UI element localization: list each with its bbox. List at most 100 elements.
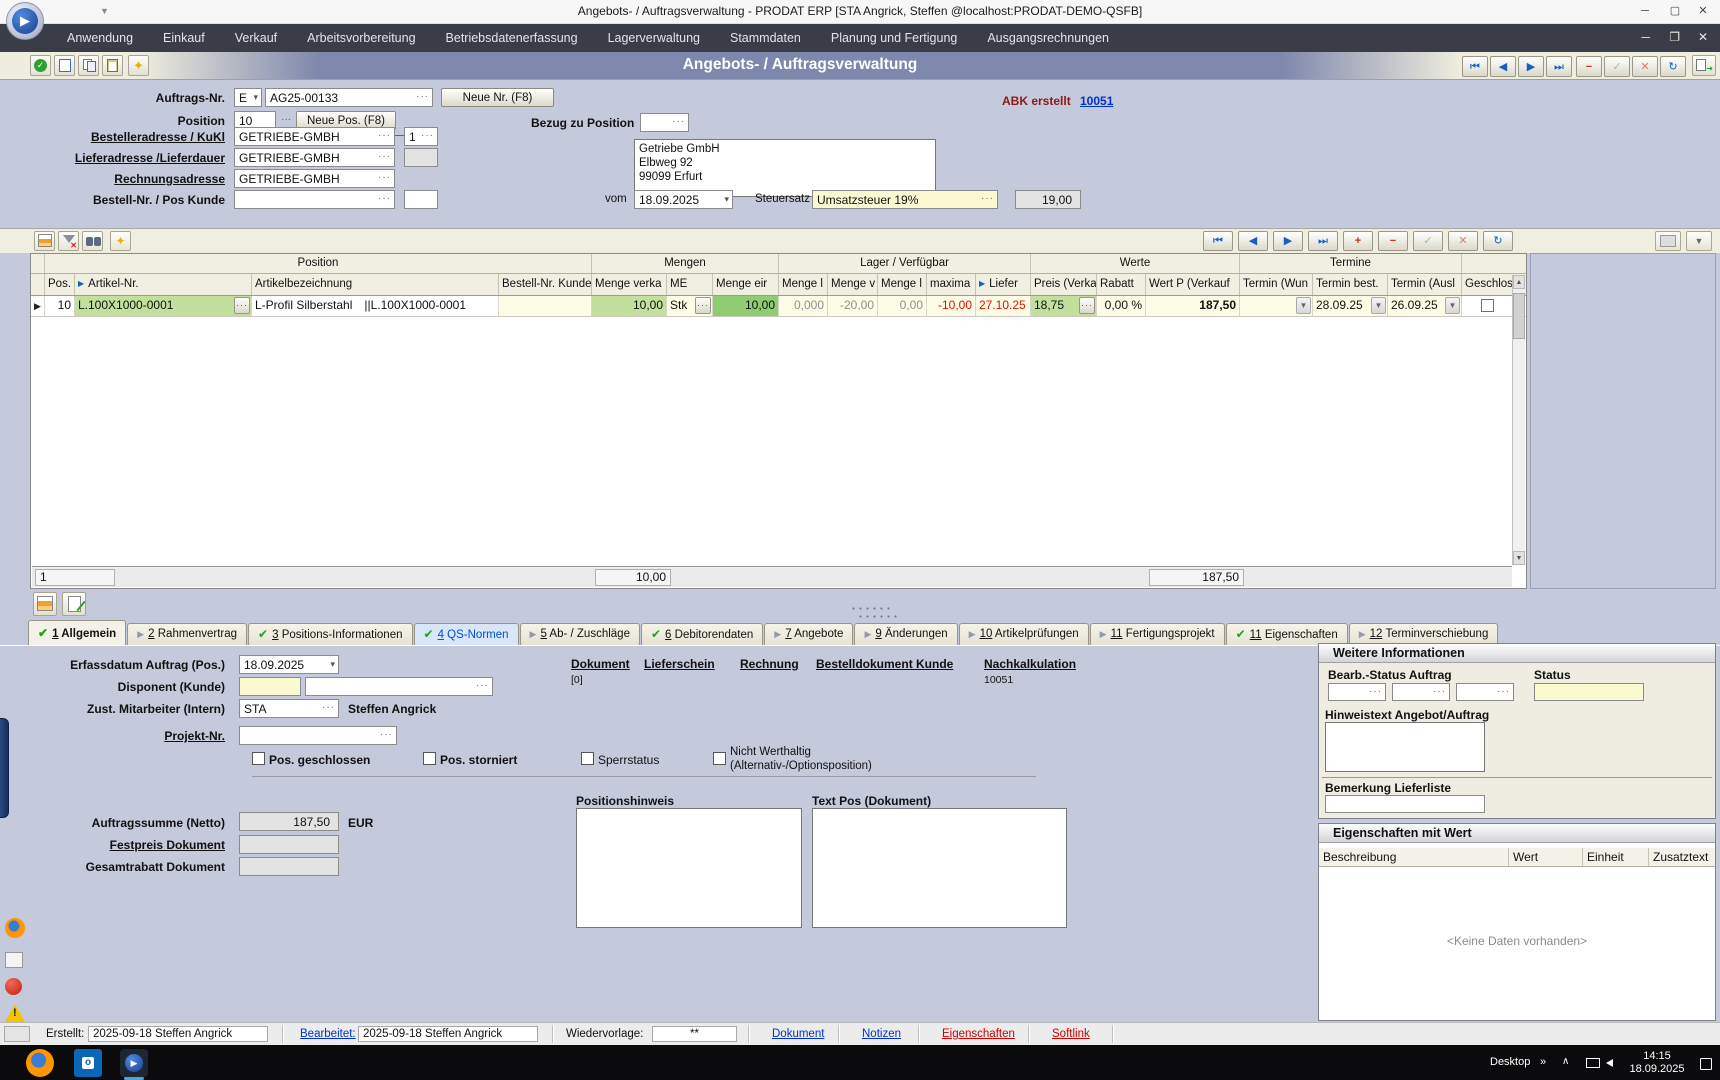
grid-last-row-button[interactable]: ⏭ <box>1308 231 1338 251</box>
mdi-minimize-icon[interactable]: ─ <box>1641 30 1650 44</box>
col-termin-bestaetigt[interactable]: Termin best. <box>1313 274 1388 295</box>
network-icon[interactable] <box>1586 1058 1600 1068</box>
tab-rahmenvertrag[interactable]: 2 Rahmenvertrag <box>127 623 247 645</box>
me-lookup-button[interactable]: ··· <box>695 297 711 314</box>
notifications-icon[interactable] <box>1700 1058 1712 1070</box>
termin-ausl-dropdown[interactable]: ▼ <box>1445 297 1460 314</box>
dokument-link[interactable]: Dokument <box>571 657 630 671</box>
col-artikel-nr[interactable]: Artikel-Nr. <box>75 274 252 295</box>
tab-allgemein[interactable]: 1 Allgemein <box>28 620 126 645</box>
mitarbeiter-kuerzel-field[interactable]: STA <box>239 699 339 718</box>
refresh-button[interactable]: ↻ <box>1660 56 1686 77</box>
next-record-button[interactable]: ▶ <box>1518 56 1544 77</box>
menu-einkauf[interactable]: Einkauf <box>148 24 220 52</box>
mdi-close-icon[interactable]: ✕ <box>1698 30 1708 44</box>
col-menge-verkauf[interactable]: Menge verka <box>592 274 667 295</box>
firefox-icon[interactable] <box>26 1049 54 1077</box>
first-record-button[interactable]: ⏮ <box>1462 56 1488 77</box>
termin-best-dropdown[interactable]: ▼ <box>1371 297 1386 314</box>
cell-termin-wunsch[interactable]: ▼ <box>1240 296 1313 316</box>
col-geschlossen[interactable]: Geschlos <box>1462 274 1512 295</box>
cell-menge-lager[interactable]: 0,000 <box>779 296 828 316</box>
pos-storniert-checkbox[interactable] <box>423 752 436 765</box>
col-liefertermin[interactable]: Liefer <box>976 274 1031 295</box>
rechnungsadresse-field[interactable]: GETRIEBE-GMBH <box>234 169 395 188</box>
positionshinweis-textarea[interactable] <box>576 808 802 928</box>
tab-ab-zuschlaege[interactable]: 5 Ab- / Zuschläge <box>520 623 640 645</box>
hinweistext-textarea[interactable] <box>1325 722 1485 772</box>
mdi-restore-icon[interactable]: ❐ <box>1669 30 1680 44</box>
tab-debitorendaten[interactable]: 6 Debitorendaten <box>641 623 763 645</box>
cell-menge-verkauf[interactable]: 10,00 <box>592 296 667 316</box>
bearbeitet-link[interactable]: Bearbeitet: <box>300 1028 356 1040</box>
grid-cancel-button[interactable]: ✕ <box>1448 231 1478 251</box>
image-preview-icon[interactable] <box>1655 231 1681 251</box>
tray-expand-icon[interactable]: ∧ <box>1562 1056 1569 1067</box>
wiedervorlage-control[interactable]: ** <box>652 1026 737 1042</box>
menu-planung-und-fertigung[interactable]: Planung und Fertigung <box>816 24 972 52</box>
geschlossen-checkbox[interactable] <box>1481 299 1494 312</box>
grid-insert-row-button[interactable]: + <box>1343 231 1373 251</box>
delete-button[interactable]: − <box>1576 56 1602 77</box>
tab-qs-normen[interactable]: 4 QS-Normen <box>414 623 519 645</box>
grid-prev-row-button[interactable]: ◀ <box>1238 231 1268 251</box>
menu-ausgangsrechnungen[interactable]: Ausgangsrechnungen <box>972 24 1124 52</box>
window-minimize-button[interactable]: ─ <box>1630 0 1660 23</box>
warning-icon[interactable] <box>5 1004 27 1026</box>
lieferdauer-field[interactable] <box>404 148 438 167</box>
bearb-status-field-1[interactable] <box>1328 683 1386 701</box>
filter-remove-icon[interactable]: ✕ <box>58 231 79 251</box>
tab-fertigungsprojekt[interactable]: 11 Fertigungsprojekt <box>1090 623 1225 645</box>
accept-button[interactable]: ✓ <box>1604 56 1630 77</box>
edit-note-icon[interactable] <box>62 592 86 616</box>
col-preis[interactable]: Preis (Verka <box>1031 274 1097 295</box>
cell-menge-ein[interactable]: 10,00 <box>713 296 779 316</box>
nachkalkulation-link[interactable]: Nachkalkulation <box>984 657 1076 671</box>
grid-next-row-button[interactable]: ▶ <box>1273 231 1303 251</box>
cell-maximal[interactable]: -10,00 <box>927 296 976 316</box>
table-row[interactable]: 10 L.100X1000-0001··· L-Profil Silbersta… <box>31 296 1526 317</box>
abk-link[interactable]: 10051 <box>1080 94 1113 108</box>
vom-date-field[interactable]: 18.09.2025 <box>634 190 733 209</box>
scroll-down-arrow[interactable]: ▼ <box>1513 551 1525 565</box>
auftrag-nr-field[interactable]: AG25-00133 <box>265 88 433 107</box>
tab-angebote[interactable]: 7 Angebote <box>764 623 853 645</box>
grid-post-button[interactable]: ✓ <box>1413 231 1443 251</box>
termin-wunsch-dropdown[interactable]: ▼ <box>1296 297 1311 314</box>
cell-termin-ausliefer[interactable]: 26.09.25▼ <box>1388 296 1462 316</box>
table-view-icon[interactable] <box>33 592 57 616</box>
artikel-lookup-button[interactable]: ··· <box>234 297 250 314</box>
menu-stammdaten[interactable]: Stammdaten <box>715 24 816 52</box>
desktop-toolbar-label[interactable]: Desktop <box>1490 1056 1530 1068</box>
cell-artikelbezeichnung[interactable]: L-Profil Silberstahl||L.100X1000-0001 <box>252 296 499 316</box>
auftrag-typ-select[interactable]: E <box>234 88 262 107</box>
col-bestellnr-kunde[interactable]: Bestell-Nr. Kunde <box>499 274 592 295</box>
bemerkung-field[interactable] <box>1325 795 1485 813</box>
grid-refresh-button[interactable]: ↻ <box>1483 231 1513 251</box>
collapse-panel-icon[interactable]: ▼ <box>1686 231 1712 251</box>
col-zusatztext[interactable]: Zusatztext <box>1649 848 1713 866</box>
col-wert[interactable]: Wert <box>1509 848 1583 866</box>
menu-anwendung[interactable]: Anwendung <box>52 24 148 52</box>
lieferadresse-field[interactable]: GETRIEBE-GMBH <box>234 148 395 167</box>
wizard-icon[interactable]: ✦ <box>128 55 149 76</box>
menu-lagerverwaltung[interactable]: Lagerverwaltung <box>593 24 715 52</box>
menu-betriebsdatenerfassung[interactable]: Betriebsdatenerfassung <box>431 24 593 52</box>
bestellnr-field[interactable] <box>234 190 395 209</box>
bezug-field[interactable] <box>640 113 689 132</box>
new-window-icon[interactable] <box>54 55 75 76</box>
col-menge-verfuegbar[interactable]: Menge v <box>828 274 878 295</box>
eigenschaften-link[interactable]: Eigenschaften <box>942 1028 1015 1040</box>
softlink-link[interactable]: Softlink <box>1052 1028 1090 1040</box>
menu-arbeitsvorbereitung[interactable]: Arbeitsvorbereitung <box>292 24 430 52</box>
bearb-status-field-3[interactable] <box>1456 683 1514 701</box>
col-menge-bestellt[interactable]: Menge l <box>878 274 927 295</box>
rechnung-link[interactable]: Rechnung <box>740 657 799 671</box>
paste-icon[interactable] <box>102 55 123 76</box>
copy-icon[interactable] <box>78 55 99 76</box>
cell-termin-bestaetigt[interactable]: 28.09.25▼ <box>1313 296 1388 316</box>
cell-me[interactable]: Stk··· <box>667 296 713 316</box>
preis-lookup-button[interactable]: ··· <box>1079 297 1095 314</box>
textpos-textarea[interactable] <box>812 808 1067 928</box>
cell-preis[interactable]: 18,75··· <box>1031 296 1097 316</box>
